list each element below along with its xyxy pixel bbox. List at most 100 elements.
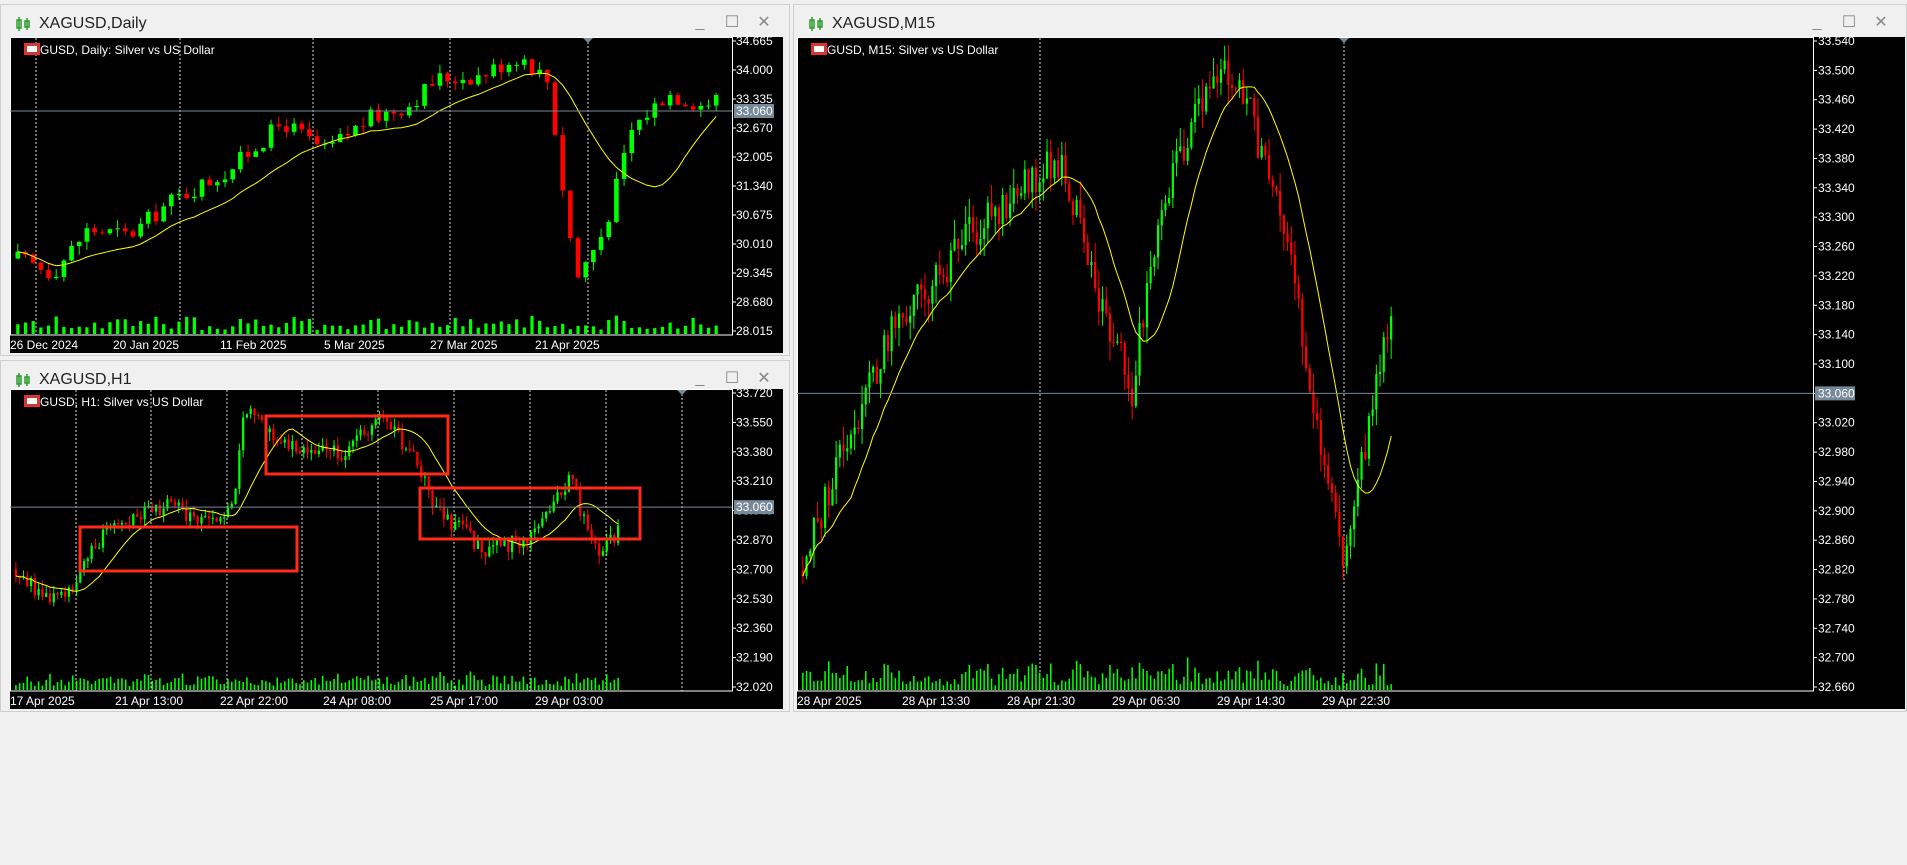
- candle-body: [1382, 337, 1385, 372]
- candle-body: [314, 136, 320, 145]
- chart-window-m15[interactable]: XAGUSD,M15 _ ☐ ✕ 33.540 33.500 33.460 33.42…: [793, 4, 1907, 712]
- candle-body: [26, 576, 29, 587]
- candle-body: [1293, 254, 1297, 284]
- price-label: 33.550: [736, 415, 773, 429]
- candle-body: [1160, 210, 1163, 226]
- chart-canvas[interactable]: 33.72033.55033.38033.21033.04032.87032.7…: [10, 389, 783, 709]
- candle-body: [983, 228, 986, 240]
- candle-body: [594, 540, 597, 544]
- candle-body: [1290, 242, 1293, 255]
- candle-body: [196, 516, 199, 524]
- maximize-button[interactable]: ☐: [721, 13, 743, 33]
- chart-settings-icon[interactable]: [24, 395, 40, 407]
- candle-body: [1260, 145, 1263, 158]
- candle-body: [506, 64, 512, 73]
- chart-settings-icon[interactable]: [24, 43, 40, 55]
- candle-body: [69, 245, 74, 261]
- close-button[interactable]: ✕: [1870, 13, 1892, 33]
- candle-body: [579, 489, 582, 516]
- candle-body: [1371, 409, 1374, 416]
- candle-body: [389, 422, 392, 430]
- candle-body: [416, 451, 419, 466]
- candle-body: [245, 414, 249, 418]
- price-label: 33.720: [736, 389, 773, 400]
- candle-body: [475, 75, 481, 85]
- minimize-button[interactable]: _: [689, 369, 711, 389]
- candle-body: [76, 241, 82, 246]
- chart-window-daily[interactable]: XAGUSD,Daily _ ☐ ✕ 34.665 34.000 33.335 32.…: [0, 4, 790, 356]
- candle-body: [1112, 341, 1115, 343]
- current-price-value: 33.060: [1818, 386, 1855, 400]
- candle-body: [713, 94, 719, 106]
- chart-label-text: XAGUSD, M15: Silver vs US Dollar: [811, 43, 999, 57]
- candle-body: [1245, 98, 1248, 104]
- candle-body: [238, 152, 243, 170]
- candle-body: [1190, 122, 1193, 148]
- candle-body: [533, 528, 536, 533]
- chart-svg[interactable]: 33.72033.55033.38033.21033.04032.87032.7…: [10, 389, 783, 709]
- candle-body: [1049, 151, 1052, 179]
- price-label: 33.210: [736, 474, 773, 488]
- candle-body: [820, 521, 823, 528]
- candle-body: [345, 133, 351, 136]
- candle-body: [268, 428, 271, 433]
- window-title: XAGUSD,Daily: [39, 15, 147, 32]
- candle-body: [429, 84, 435, 86]
- close-button[interactable]: ✕: [753, 369, 775, 389]
- candle-body: [1264, 145, 1267, 156]
- candle-body: [1234, 87, 1237, 89]
- candle-body: [1327, 465, 1330, 484]
- candle-body: [1345, 545, 1348, 567]
- candle-body: [957, 238, 960, 249]
- window-title: XAGUSD,M15: [832, 15, 936, 32]
- candle-body: [1364, 452, 1367, 459]
- window-titlebar[interactable]: XAGUSD,Daily _ ☐ ✕: [1, 5, 789, 41]
- maximize-button[interactable]: ☐: [1838, 13, 1860, 33]
- candle-body: [864, 387, 867, 405]
- candle-body: [1075, 200, 1078, 216]
- candle-body: [158, 504, 161, 516]
- candle-body: [1079, 200, 1082, 219]
- candle-body: [468, 79, 473, 85]
- candle-body: [1045, 151, 1049, 179]
- date-label: 28 Apr 13:30: [902, 694, 970, 708]
- candle-body: [946, 276, 949, 283]
- chart-svg[interactable]: 34.66534.00033.33532.67032.00531.34030.6…: [10, 37, 783, 353]
- candle-body: [94, 545, 97, 548]
- candle-body: [307, 129, 312, 137]
- price-label: 32.700: [1818, 651, 1855, 665]
- candle-body: [816, 517, 819, 522]
- maximize-button[interactable]: ☐: [721, 369, 743, 389]
- candle-body: [1319, 420, 1322, 455]
- candle-body: [986, 202, 989, 229]
- candle-body: [414, 105, 420, 108]
- price-label: 32.005: [736, 150, 773, 164]
- candle-body: [872, 366, 875, 373]
- window-titlebar[interactable]: XAGUSD,M15 _ ☐ ✕: [794, 5, 1906, 41]
- chart-window-h1[interactable]: XAGUSD,H1 _ ☐ ✕ 33.720 33.550 33.380 33.210…: [0, 360, 790, 712]
- candle-body: [868, 372, 871, 388]
- minimize-button[interactable]: _: [689, 13, 711, 33]
- close-button[interactable]: ✕: [753, 13, 775, 33]
- candle-body: [1186, 147, 1189, 161]
- candle-body: [1108, 313, 1112, 342]
- candle-body: [498, 64, 504, 73]
- price-label: 33.020: [1818, 416, 1855, 430]
- candle-body: [1057, 160, 1060, 178]
- candle-body: [340, 457, 343, 461]
- candle-body: [1353, 506, 1356, 530]
- candle-body: [883, 335, 886, 370]
- candle-body: [184, 193, 189, 199]
- candle-body: [916, 284, 919, 295]
- candle-body: [556, 492, 559, 502]
- candle-body: [115, 228, 120, 230]
- candle-body: [1338, 512, 1341, 537]
- chart-canvas[interactable]: 33.540 33.500 33.460 33.420 33.380 33.340 33.3…: [797, 37, 1905, 709]
- chart-canvas[interactable]: 34.665 34.000 33.335 32.670 32.005 31.340 30.6…: [10, 37, 783, 353]
- chart-svg[interactable]: 33.540 33.500 33.460 33.420 33.380 33.340 33.3…: [797, 37, 1905, 709]
- candle-body: [192, 196, 197, 199]
- chart-shift-marker: [583, 38, 593, 43]
- minimize-button[interactable]: _: [1806, 13, 1828, 33]
- chart-settings-icon[interactable]: [811, 43, 827, 55]
- candle-body: [1123, 343, 1126, 375]
